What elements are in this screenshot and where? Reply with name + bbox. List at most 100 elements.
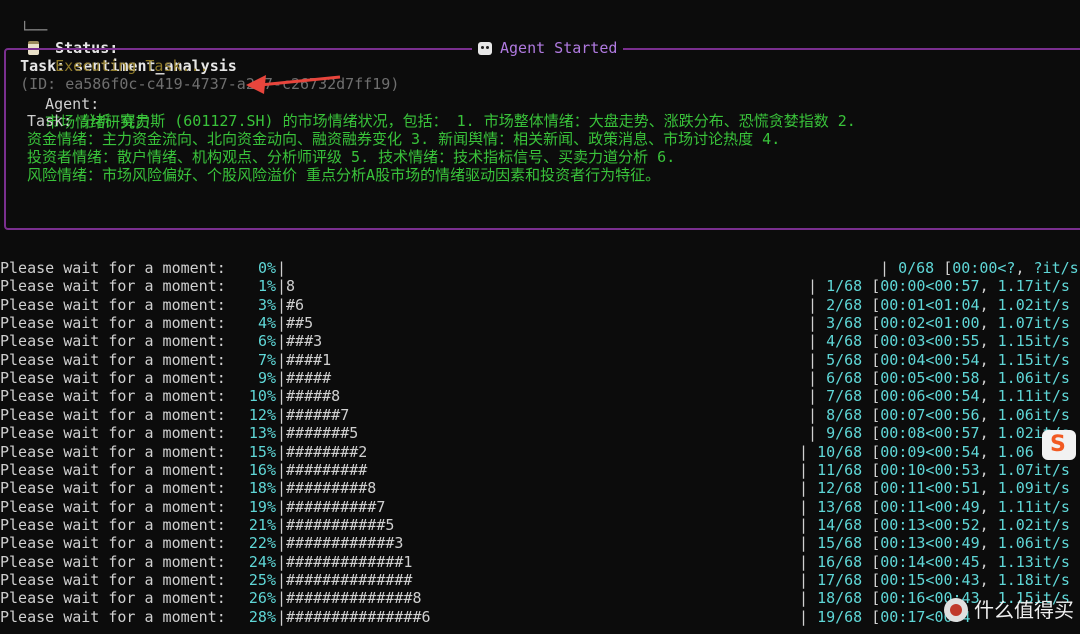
progress-time: 00:06<00:54 [880, 387, 980, 405]
progress-label: Please wait for a moment: [0, 589, 226, 607]
progress-percent: 21% [248, 516, 276, 534]
progress-count: 3/68 [826, 314, 863, 332]
progress-bar-fill: ####1 [286, 351, 332, 369]
progress-percent: 6% [257, 332, 276, 350]
progress-count: 0/68 [898, 259, 935, 277]
progress-percent: 12% [248, 406, 276, 424]
progress-rate: 1.15it/s [997, 351, 1070, 369]
task-description-label: Task: [27, 112, 73, 130]
progress-time: 00:14<00:45 [880, 553, 980, 571]
progress-bar: |##### [277, 369, 332, 387]
progress-percent: 22% [248, 534, 276, 552]
progress-time: 00:10<00:53 [880, 461, 980, 479]
progress-label: Please wait for a moment: [0, 553, 226, 571]
progress-percent: 10% [248, 387, 276, 405]
progress-count: 17/68 [817, 571, 863, 589]
progress-percent: 28% [248, 608, 276, 626]
progress-time: 00:13<00:49 [880, 534, 980, 552]
progress-label: Please wait for a moment: [0, 369, 226, 387]
progress-bar: |##############8 [277, 589, 422, 607]
progress-stats: | 15/68 [00:13<00:49, 1.06it/s [799, 534, 1070, 552]
progress-count: 19/68 [817, 608, 863, 626]
progress-label: Please wait for a moment: [0, 479, 226, 497]
progress-label: Please wait for a moment: [0, 277, 226, 295]
progress-count: 13/68 [817, 498, 863, 516]
progress-label: Please wait for a moment: [0, 443, 226, 461]
progress-bar: |######### [277, 461, 368, 479]
progress-count: 5/68 [826, 351, 863, 369]
progress-count: 2/68 [826, 296, 863, 314]
progress-rate: 1.06it/s [997, 369, 1070, 387]
progress-time: 00:04<00:54 [880, 351, 980, 369]
smzdm-logo-icon [944, 598, 968, 622]
progress-stats: | 12/68 [00:11<00:51, 1.09it/s [799, 479, 1070, 497]
progress-bar-fill: ##5 [286, 314, 314, 332]
progress-percent: 15% [248, 443, 276, 461]
progress-bar: |##########7 [277, 498, 386, 516]
progress-bar: |########2 [277, 443, 368, 461]
progress-label: Please wait for a moment: [0, 516, 226, 534]
task-description: Task: 分析 赛力斯 (601127.SH) 的市场情绪状况，包括： 1. … [27, 112, 1027, 184]
progress-bar-fill: #########8 [286, 479, 377, 497]
progress-stats: | 1/68 [00:00<00:57, 1.17it/s [808, 277, 1070, 295]
task-line-3: 投资者情绪：散户情绪、机构观点、分析师评级 5. 技术情绪：技术指标信号、买卖力… [27, 148, 676, 166]
sogou-letter: S [1050, 432, 1066, 457]
progress-count: 8/68 [826, 406, 863, 424]
progress-bar: |#####8 [277, 387, 341, 405]
progress-stats: | 2/68 [00:01<01:04, 1.02it/s [808, 296, 1070, 314]
progress-percent: 18% [248, 479, 276, 497]
progress-bar-fill: ############3 [286, 534, 404, 552]
progress-time: 00:01<01:04 [880, 296, 980, 314]
progress-rate: 1.06 [997, 443, 1034, 461]
progress-bar-fill: ###3 [286, 332, 323, 350]
progress-bar-fill: ########2 [286, 443, 368, 461]
progress-bar-fill: #######5 [286, 424, 359, 442]
progress-time: 00:11<00:51 [880, 479, 980, 497]
sogou-input-icon[interactable]: S [1042, 430, 1076, 460]
progress-percent: 3% [257, 296, 276, 314]
progress-count: 11/68 [817, 461, 863, 479]
progress-count: 18/68 [817, 589, 863, 607]
progress-bar-fill: ###########5 [286, 516, 395, 534]
robot-icon [478, 42, 492, 55]
progress-stats: | 16/68 [00:14<00:45, 1.13it/s [799, 553, 1070, 571]
progress-bar-fill: 8 [286, 277, 296, 295]
progress-label: Please wait for a moment: [0, 351, 226, 369]
progress-stats: | 9/68 [00:08<00:57, 1.02it/s [808, 424, 1070, 442]
progress-bar: |############## [277, 571, 413, 589]
progress-label: Please wait for a moment: [0, 332, 226, 350]
progress-rate: 1.02it/s [997, 296, 1070, 314]
progress-label: Please wait for a moment: [0, 387, 226, 405]
progress-stats: | 8/68 [00:07<00:56, 1.06it/s [808, 406, 1070, 424]
progress-bar-fill: ###############6 [286, 608, 431, 626]
progress-stats: | 11/68 [00:10<00:53, 1.07it/s [799, 461, 1070, 479]
progress-stats: | 0/68 [00:00<?, ?it/s [880, 259, 1079, 277]
progress-count: 6/68 [826, 369, 863, 387]
task-line-2: 资金情绪：主力资金流向、北向资金动向、融资融券变化 3. 新闻舆情：相关新闻、政… [27, 130, 781, 148]
progress-count: 7/68 [826, 387, 863, 405]
progress-rate: 1.07it/s [997, 314, 1070, 332]
progress-bar: |##5 [277, 314, 314, 332]
progress-rate: 1.17it/s [997, 277, 1070, 295]
progress-stats: | 5/68 [00:04<00:54, 1.15it/s [808, 351, 1070, 369]
progress-bar: |8 [277, 277, 296, 295]
progress-percent: 19% [248, 498, 276, 516]
progress-bar-fill: #############1 [286, 553, 413, 571]
progress-rate: 1.06it/s [997, 534, 1070, 552]
progress-count: 9/68 [826, 424, 863, 442]
progress-time: 00:15<00:43 [880, 571, 980, 589]
progress-time: 00:05<00:58 [880, 369, 980, 387]
progress-bar: |###############6 [277, 608, 431, 626]
progress-label: Please wait for a moment: [0, 571, 226, 589]
progress-bar-fill: #####8 [286, 387, 341, 405]
progress-rate: 1.02it/s [997, 516, 1070, 534]
progress-stats: | 10/68 [00:09<00:54, 1.06 [799, 443, 1034, 461]
progress-bar: |####1 [277, 351, 332, 369]
progress-bar: |######7 [277, 406, 350, 424]
progress-stats: | 7/68 [00:06<00:54, 1.11it/s [808, 387, 1070, 405]
progress-stats: | 6/68 [00:05<00:58, 1.06it/s [808, 369, 1070, 387]
progress-bar: |###3 [277, 332, 323, 350]
progress-rate: 1.11it/s [997, 498, 1070, 516]
progress-bar-fill: #6 [286, 296, 305, 314]
progress-stats: | 14/68 [00:13<00:52, 1.02it/s [799, 516, 1070, 534]
